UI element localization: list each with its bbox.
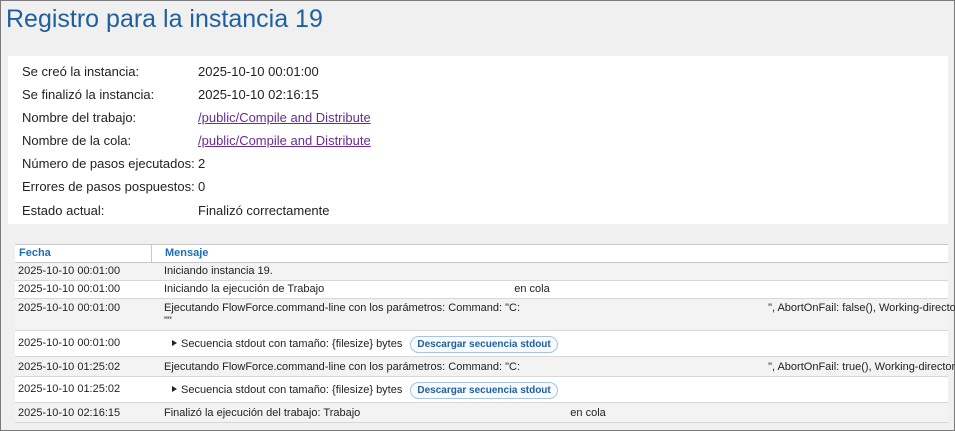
log-row: 2025-10-10 01:25:02 Ejecutando FlowForce… xyxy=(15,357,955,377)
log-message-text: Secuencia stdout con tamaño: {filesize} … xyxy=(181,338,403,350)
log-message: Iniciando instancia 19. xyxy=(164,265,273,277)
log-table: Fecha Mensaje 2025-10-10 00:01:00 Inicia… xyxy=(15,244,955,423)
log-date: 2025-10-10 00:01:00 xyxy=(18,283,121,295)
log-page: Registro para la instancia 19 Se creó la… xyxy=(0,0,955,431)
summary-label: Se finalizó la instancia: xyxy=(22,87,155,102)
log-date: 2025-10-10 01:25:02 xyxy=(18,383,121,395)
status-value: Finalizó correctamente xyxy=(198,203,330,218)
instance-summary: Se creó la instancia: 2025-10-10 00:01:0… xyxy=(8,56,948,224)
log-date: 2025-10-10 01:25:02 xyxy=(18,361,121,373)
summary-label: Estado actual: xyxy=(22,203,105,218)
column-divider xyxy=(151,245,152,262)
page-title: Registro para la instancia 19 xyxy=(6,5,323,33)
log-row: 2025-10-10 00:01:00 Secuencia stdout con… xyxy=(15,331,948,357)
log-message-part: "" xyxy=(164,315,172,327)
log-message: Secuencia stdout con tamaño: {filesize} … xyxy=(164,382,944,399)
log-message-part: ", AbortOnFail: true(), Working-director… xyxy=(768,361,955,373)
log-date: 2025-10-10 00:01:00 xyxy=(18,337,121,349)
log-message-part: Ejecutando FlowForce.command-line con lo… xyxy=(164,302,521,314)
job-name-link[interactable]: /public/Compile and Distribute xyxy=(198,110,371,125)
summary-label: Nombre del trabajo: xyxy=(22,110,137,125)
log-date: 2025-10-10 02:16:15 xyxy=(18,407,121,419)
log-date: 2025-10-10 00:01:00 xyxy=(18,265,121,277)
summary-label: Número de pasos ejecutados: xyxy=(22,156,195,171)
log-message-part: en cola xyxy=(570,407,606,419)
redacted-area xyxy=(520,302,768,311)
log-message-part: en cola xyxy=(514,283,550,295)
summary-value: 0 xyxy=(198,179,206,194)
log-row: 2025-10-10 02:16:15 Finalizó la ejecució… xyxy=(15,403,948,423)
log-table-header: Fecha Mensaje xyxy=(15,245,948,263)
log-row: 2025-10-10 00:01:00 Ejecutando FlowForce… xyxy=(15,299,955,331)
expand-triangle-icon[interactable] xyxy=(172,386,177,392)
log-message-text: Secuencia stdout con tamaño: {filesize} … xyxy=(181,384,403,396)
log-date: 2025-10-10 00:01:00 xyxy=(18,302,121,314)
summary-label: Nombre de la cola: xyxy=(22,133,132,148)
log-message: Iniciando la ejecución de Trabajo en cola xyxy=(164,283,944,296)
log-row: 2025-10-10 00:01:00 Iniciando instancia … xyxy=(15,263,948,281)
log-message: Secuencia stdout con tamaño: {filesize} … xyxy=(164,336,944,353)
expand-triangle-icon[interactable] xyxy=(172,340,177,346)
log-message-part: Finalizó la ejecución del trabajo: Traba… xyxy=(164,407,361,419)
column-header-fecha[interactable]: Fecha xyxy=(19,247,51,259)
log-message-part: Iniciando la ejecución de Trabajo xyxy=(164,283,325,295)
queue-name-link[interactable]: /public/Compile and Distribute xyxy=(198,133,371,148)
log-row: 2025-10-10 01:25:02 Secuencia stdout con… xyxy=(15,377,948,403)
download-stdout-button[interactable]: Descargar secuencia stdout xyxy=(410,336,558,353)
summary-value: 2 xyxy=(198,156,206,171)
redacted-area xyxy=(360,407,570,416)
summary-value: 2025-10-10 02:16:15 xyxy=(198,87,319,102)
redacted-area xyxy=(324,283,514,292)
log-message-part: Ejecutando FlowForce.command-line con lo… xyxy=(164,361,521,373)
log-message-part: ", AbortOnFail: false(), Working-directo… xyxy=(768,302,955,314)
log-message: Ejecutando FlowForce.command-line con lo… xyxy=(164,361,955,374)
log-message: Ejecutando FlowForce.command-line con lo… xyxy=(164,302,955,328)
summary-label: Se creó la instancia: xyxy=(22,64,140,79)
column-header-mensaje[interactable]: Mensaje xyxy=(165,247,208,259)
log-row: 2025-10-10 00:01:00 Iniciando la ejecuci… xyxy=(15,281,948,299)
redacted-area xyxy=(520,361,768,370)
download-stdout-button[interactable]: Descargar secuencia stdout xyxy=(410,382,558,399)
summary-value: 2025-10-10 00:01:00 xyxy=(198,64,319,79)
summary-label: Errores de pasos pospuestos: xyxy=(22,179,195,194)
log-message: Finalizó la ejecución del trabajo: Traba… xyxy=(164,407,944,420)
